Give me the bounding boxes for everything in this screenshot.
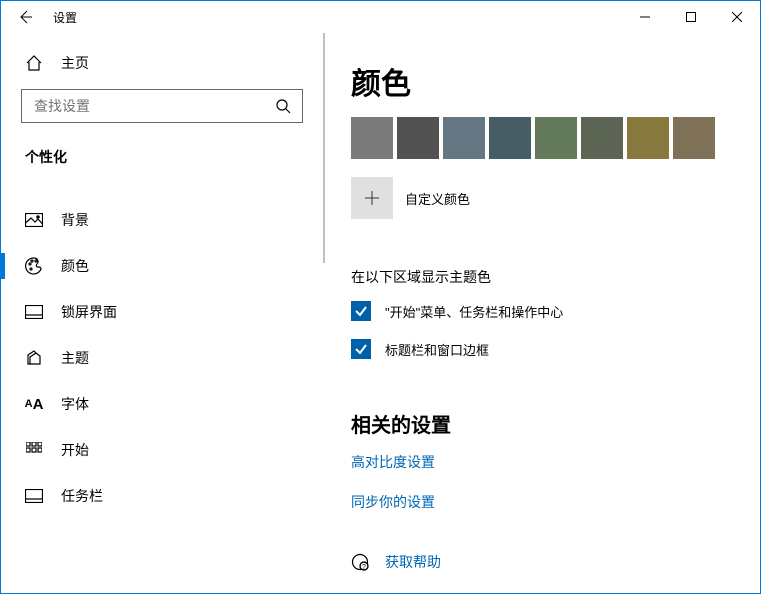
sidebar-item-label: 字体	[61, 394, 89, 414]
checkbox-checked-icon	[351, 339, 371, 359]
check-label: "开始"菜单、任务栏和操作中心	[385, 302, 563, 321]
check-start-taskbar[interactable]: "开始"菜单、任务栏和操作中心	[351, 301, 724, 321]
sidebar-item-label: 背景	[61, 210, 89, 230]
start-icon	[25, 441, 43, 459]
sidebar-item-background[interactable]: 背景	[1, 197, 323, 243]
sidebar-item-label: 锁屏界面	[61, 302, 117, 322]
maximize-button[interactable]	[668, 1, 714, 33]
minimize-button[interactable]	[622, 1, 668, 33]
palette-icon	[25, 257, 43, 275]
sidebar-item-fonts[interactable]: AA 字体	[1, 381, 323, 427]
sidebar-item-colors[interactable]: 颜色	[1, 243, 323, 289]
custom-color-button[interactable]	[351, 177, 393, 219]
lockscreen-icon	[25, 303, 43, 321]
color-swatch[interactable]	[351, 117, 393, 159]
check-label: 标题栏和窗口边框	[385, 340, 489, 359]
related-settings-heading: 相关的设置	[351, 409, 724, 438]
checkbox-checked-icon	[351, 301, 371, 321]
svg-text:?: ?	[362, 564, 366, 571]
sidebar-item-lockscreen[interactable]: 锁屏界面	[1, 289, 323, 335]
color-swatch[interactable]	[489, 117, 531, 159]
page-title: 颜色	[351, 59, 724, 103]
color-swatch-row	[351, 117, 724, 159]
color-swatch[interactable]	[673, 117, 715, 159]
help-icon: ?	[351, 553, 369, 571]
color-swatch[interactable]	[581, 117, 623, 159]
theme-icon	[25, 349, 43, 367]
link-get-help[interactable]: 获取帮助	[385, 552, 441, 572]
search-box[interactable]	[21, 89, 303, 123]
search-icon	[274, 97, 292, 115]
main-content: 颜色 自定义颜色 在以下区域显示主题色 "开始"菜单、任务栏和操作中心 标题栏和…	[323, 33, 760, 593]
accent-section-label: 在以下区域显示主题色	[351, 267, 724, 287]
sidebar-item-themes[interactable]: 主题	[1, 335, 323, 381]
home-label: 主页	[61, 53, 89, 73]
scroll-indicator	[323, 33, 325, 263]
sidebar-item-label: 颜色	[61, 256, 89, 276]
sidebar: 主页 个性化 背景 颜色 锁屏界面 主题	[1, 33, 323, 593]
taskbar-icon	[25, 487, 43, 505]
sidebar-item-label: 开始	[61, 440, 89, 460]
section-label: 个性化	[1, 129, 323, 175]
home-link[interactable]: 主页	[1, 43, 323, 83]
sidebar-item-label: 主题	[61, 348, 89, 368]
titlebar: 设置	[1, 1, 760, 33]
color-swatch[interactable]	[397, 117, 439, 159]
link-sync-settings[interactable]: 同步你的设置	[351, 492, 724, 512]
color-swatch[interactable]	[627, 117, 669, 159]
link-high-contrast[interactable]: 高对比度设置	[351, 452, 724, 472]
check-titlebar-border[interactable]: 标题栏和窗口边框	[351, 339, 724, 359]
picture-icon	[25, 211, 43, 229]
font-icon: AA	[25, 395, 43, 413]
custom-color-label: 自定义颜色	[405, 189, 470, 208]
color-swatch[interactable]	[535, 117, 577, 159]
window-title: 设置	[53, 9, 77, 26]
sidebar-item-label: 任务栏	[61, 486, 103, 506]
sidebar-item-start[interactable]: 开始	[1, 427, 323, 473]
sidebar-item-taskbar[interactable]: 任务栏	[1, 473, 323, 519]
home-icon	[25, 54, 43, 72]
back-button[interactable]	[9, 1, 41, 33]
close-button[interactable]	[714, 1, 760, 33]
color-swatch[interactable]	[443, 117, 485, 159]
search-input[interactable]	[32, 97, 274, 115]
